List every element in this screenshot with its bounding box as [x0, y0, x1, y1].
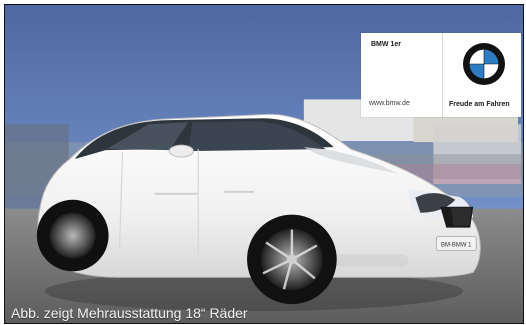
brand-logo-area: Freude am Fahren	[444, 33, 521, 117]
brand-info: BMW 1er www.bmw.de	[361, 33, 443, 117]
bmw-brand-panel: BMW 1er www.bmw.de Freude am Fahren	[361, 33, 521, 117]
bmw-logo-icon	[463, 43, 505, 85]
license-plate-text: BM-BMW 1	[441, 242, 472, 248]
model-label: BMW 1er	[371, 41, 401, 48]
website-link[interactable]: www.bmw.de	[369, 100, 410, 107]
wheel-caption: Abb. zeigt Mehrausstattung 18“ Räder	[11, 305, 248, 321]
brand-slogan: Freude am Fahren	[449, 101, 510, 108]
bmw-ad-banner[interactable]: BM-BMW 1 BMW 1er www.bmw.de Freude am Fa…	[0, 0, 526, 325]
